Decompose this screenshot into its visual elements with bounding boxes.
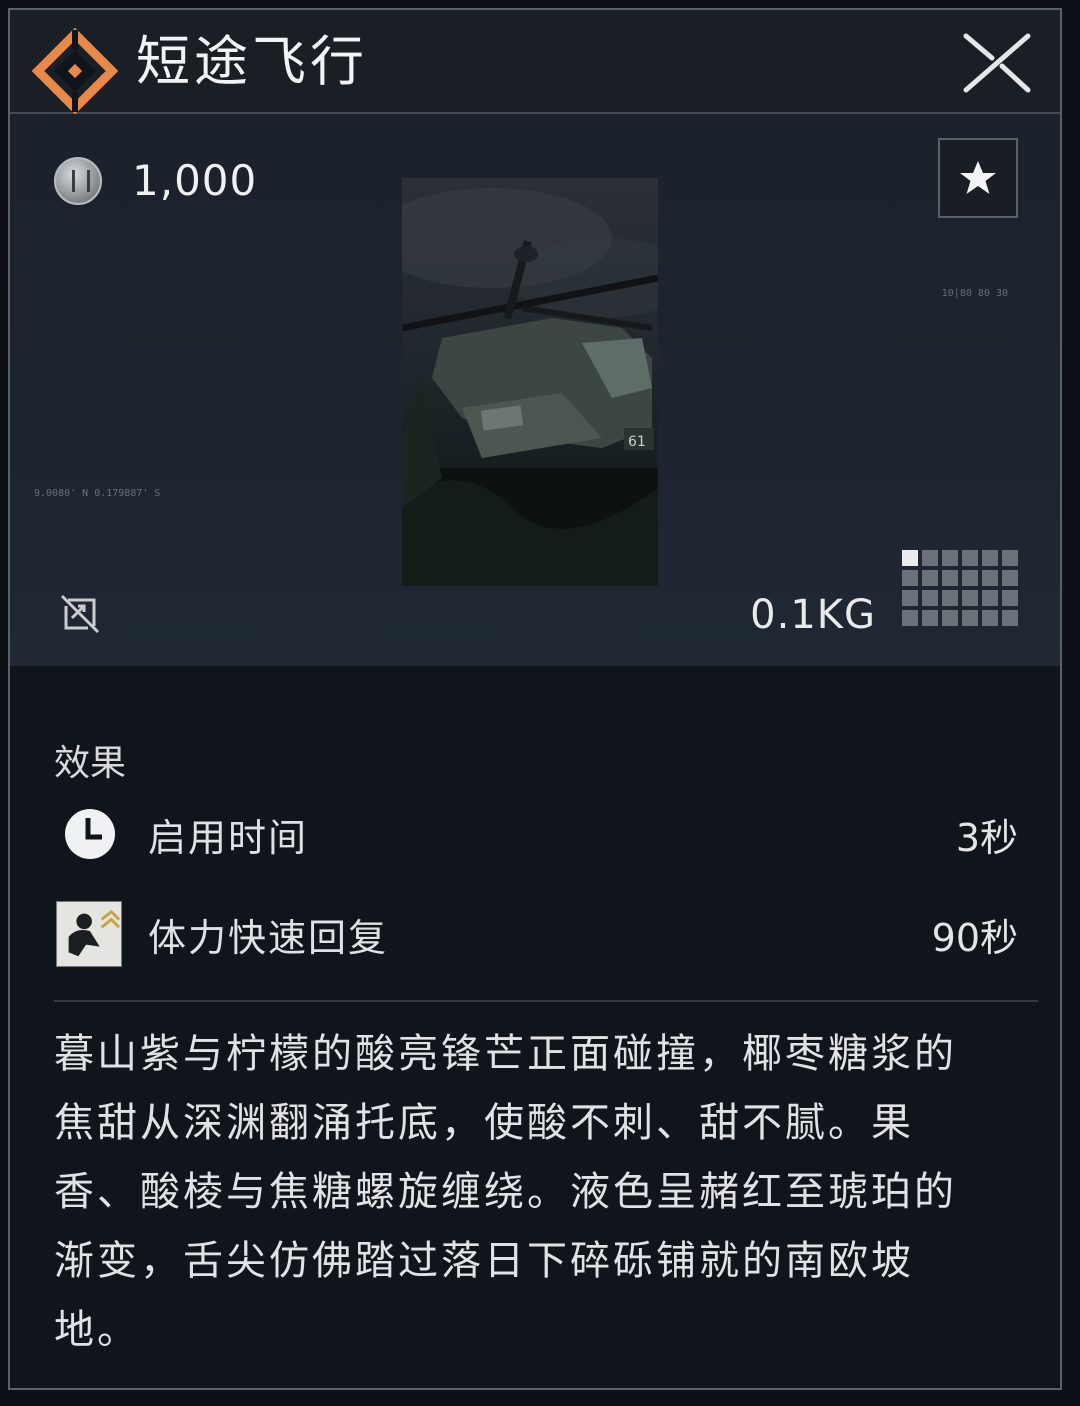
item-preview: 1,000 10|80 80 30 9.0080' N 0.179887' S: [10, 114, 1060, 666]
section-divider: [54, 1000, 1038, 1002]
grid-cell: [962, 590, 978, 606]
grid-cell: [942, 570, 958, 586]
grid-cell: [1002, 590, 1018, 606]
grid-cell: [982, 570, 998, 586]
close-icon[interactable]: [962, 30, 1032, 96]
hud-readout-left: 9.0080' N 0.179887' S: [34, 488, 161, 499]
grid-cell: [922, 570, 938, 586]
grid-cell: [902, 570, 918, 586]
grid-cell: [982, 590, 998, 606]
no-trade-icon: [60, 594, 100, 634]
grid-cell: [962, 610, 978, 626]
effect-label: 启用时间: [148, 815, 309, 860]
grid-cell: [982, 550, 998, 566]
effect-label: 体力快速回复: [148, 915, 389, 960]
grid-cell: [942, 590, 958, 606]
grid-cell-occupied: [902, 550, 918, 566]
effects-heading: 效果: [54, 743, 127, 784]
stamina-recovery-icon: [56, 901, 122, 967]
clock-icon: [65, 809, 115, 859]
helicopter-wreck-icon: 61: [402, 178, 658, 586]
effect-value: 3秒: [955, 815, 1018, 860]
grid-cell: [942, 550, 958, 566]
svg-text:61: 61: [628, 434, 646, 450]
effect-row-stamina-recovery: 体力快速回复 90秒: [54, 898, 1018, 970]
grid-cell: [922, 550, 938, 566]
grid-cell: [982, 610, 998, 626]
grid-cell: [902, 590, 918, 606]
hud-readout-top: 10|80 80 30: [941, 288, 1008, 299]
grid-cell: [922, 590, 938, 606]
star-icon: [960, 161, 996, 194]
item-detail-panel: 短途飞行 1,000 10|80 80 30 9.0080' N 0.17988…: [8, 8, 1062, 1390]
price-display: 1,000: [54, 156, 257, 205]
item-description: 暮山紫与柠檬的酸亮锋芒正面碰撞，椰枣糖浆的焦甜从深渊翻涌托底，使酸不刺、甜不腻。…: [54, 1031, 957, 1353]
favorite-button[interactable]: [938, 138, 1018, 218]
effect-row-activation-time: 启用时间 3秒: [54, 798, 1018, 870]
grid-cell: [922, 610, 938, 626]
silver-coin-icon: [54, 156, 102, 205]
grid-cell: [962, 570, 978, 586]
item-title: 短途飞行: [136, 30, 368, 93]
effect-value: 90秒: [931, 915, 1018, 960]
grid-cell: [1002, 610, 1018, 626]
grid-cell: [942, 610, 958, 626]
item-size-grid: [902, 550, 1018, 626]
price-value: 1,000: [132, 156, 258, 205]
orange-diamond-emblem-icon: [32, 28, 118, 114]
item-weight: 0.1KG: [750, 592, 876, 638]
grid-cell: [962, 550, 978, 566]
grid-cell: [1002, 570, 1018, 586]
grid-cell: [1002, 550, 1018, 566]
panel-header: 短途飞行: [10, 10, 1060, 114]
grid-cell: [902, 610, 918, 626]
